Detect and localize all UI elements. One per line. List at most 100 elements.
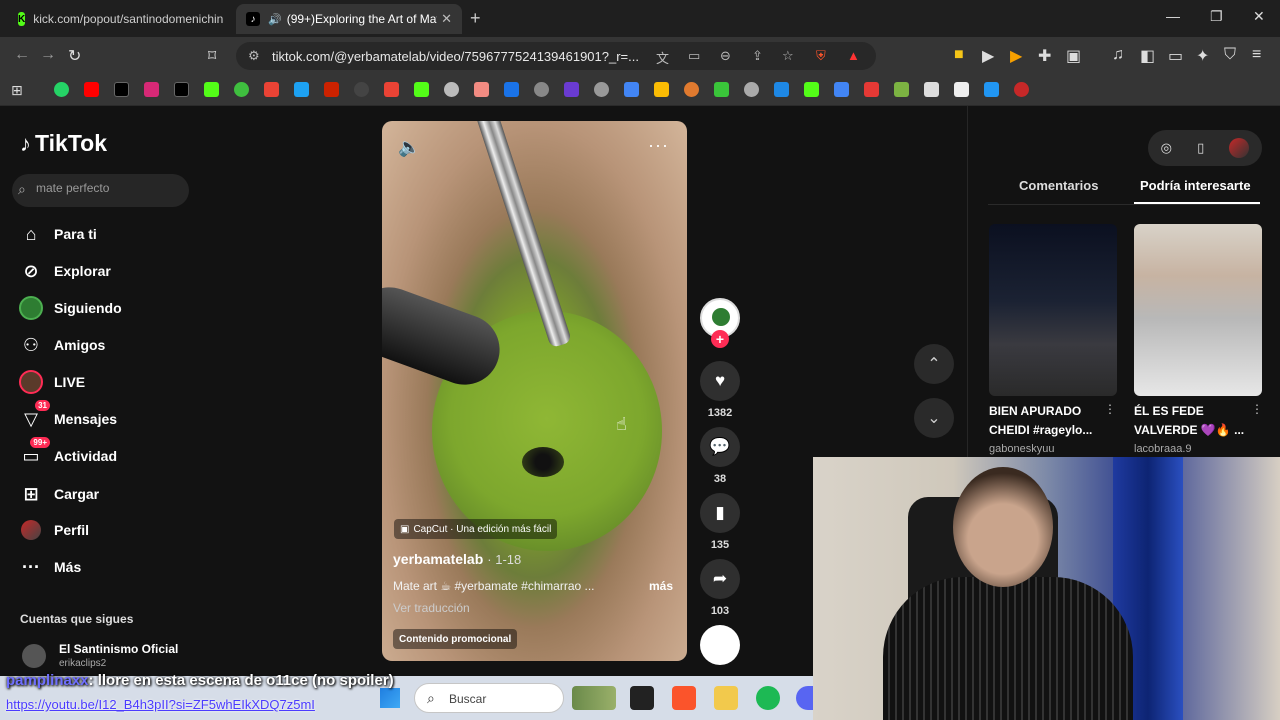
leo-icon[interactable]: ✦ [1196, 46, 1209, 66]
translate-icon[interactable]: 文 [656, 48, 669, 67]
bookmark-icon-24[interactable] [744, 82, 759, 97]
nav-mas[interactable]: ··· Más [16, 552, 81, 582]
bookmark-icon-23[interactable] [714, 82, 729, 97]
address-bar[interactable]: ⚙ tiktok.com/@yerbamatelab/video/7596777… [236, 42, 876, 70]
nav-live[interactable]: LIVE [16, 367, 85, 397]
instagram-icon[interactable] [144, 82, 159, 97]
save-action[interactable]: ▮ 135 [700, 493, 740, 551]
rewards-icon[interactable]: ▲ [847, 48, 860, 63]
download-icon[interactable] [864, 82, 879, 97]
music-disc-icon[interactable] [700, 625, 740, 665]
nav-actividad[interactable]: ▭ 99+ Actividad [16, 437, 117, 471]
task-view-icon[interactable] [630, 686, 654, 710]
tab-podria-interesarte[interactable]: Podría interesarte [1140, 178, 1251, 193]
comment-action[interactable]: 💬 38 [700, 427, 740, 485]
extensions-icon[interactable]: ✚ [1038, 46, 1051, 66]
zoom-icon[interactable]: ⊖ [720, 48, 731, 64]
back-icon[interactable]: ← [14, 46, 30, 64]
github-icon[interactable] [354, 82, 369, 97]
chart-bookmark-icon[interactable] [324, 82, 339, 97]
close-icon[interactable]: ✕ [441, 11, 452, 27]
bookmark-icon-18[interactable] [564, 82, 579, 97]
new-tab-button[interactable]: + [470, 8, 481, 29]
user-avatar[interactable] [1229, 138, 1250, 158]
more-link[interactable]: más [649, 579, 673, 593]
tab-tiktok[interactable]: ♪ 🔊 (99+)Exploring the Art of Mat ✕ [236, 4, 462, 34]
play-icon[interactable]: ▶ [982, 46, 994, 66]
reload-icon[interactable]: ↻ [68, 46, 81, 66]
window-close-icon[interactable]: ✕ [1253, 8, 1265, 25]
docs-icon[interactable] [624, 82, 639, 97]
bookmark-icon-22[interactable] [684, 82, 699, 97]
comment-icon[interactable]: 💬 [700, 427, 740, 467]
like-action[interactable]: ♥ 1382 [700, 361, 740, 419]
bookmark-save-icon[interactable]: ▮ [700, 493, 740, 533]
docs-icon-2[interactable] [834, 82, 849, 97]
video-thumbnail[interactable] [989, 224, 1117, 396]
chat-link[interactable]: https://youtu.be/I12_B4h3pII?si=ZF5whEIk… [6, 697, 315, 712]
tiktok-logo[interactable]: ♪ TikTok [20, 130, 107, 157]
bookmark-icon-19[interactable] [594, 82, 609, 97]
taskbar-search[interactable]: ⌕ Buscar [414, 683, 564, 713]
gmail-icon-2[interactable] [384, 82, 399, 97]
nav-amigos[interactable]: ⚇ Amigos [16, 330, 105, 360]
kick-bookmark-icon-2[interactable] [414, 82, 429, 97]
follow-plus-button[interactable]: + [711, 330, 729, 348]
spotify-icon[interactable] [756, 686, 780, 710]
thumbnail-title[interactable]: ÉL ES FEDE VALVERDE 💜🔥 ... [1134, 402, 1252, 440]
file-icon[interactable] [924, 82, 939, 97]
compass-small-icon[interactable]: ◎ [1161, 140, 1172, 156]
download-green-icon[interactable] [894, 82, 909, 97]
bookmark-icon-16[interactable] [504, 82, 519, 97]
bookmark-icon-32[interactable] [954, 82, 969, 97]
brave-shield-icon[interactable]: ⛨ [816, 48, 826, 64]
following-account-name[interactable]: El Santinismo Oficial [59, 642, 178, 656]
nav-siguiendo[interactable]: Siguiendo [16, 293, 122, 323]
kick-bookmark-icon-3[interactable] [804, 82, 819, 97]
thumbnail-title[interactable]: BIEN APURADO CHEIDI #rageylo... [989, 402, 1107, 440]
youtube-icon[interactable] [84, 82, 99, 97]
sidebar-icon[interactable]: ◧ [1140, 46, 1155, 66]
apps-icon[interactable]: ⊞ [11, 82, 26, 98]
gmail-icon[interactable] [264, 82, 279, 97]
screen-icon[interactable]: ▭ [688, 48, 700, 64]
maximize-icon[interactable]: ❐ [1210, 8, 1223, 25]
bookmark-icon-33[interactable] [984, 82, 999, 97]
heart-icon[interactable]: ♥ [700, 361, 740, 401]
nav-para-ti[interactable]: ⌂ Para ti [16, 219, 97, 249]
share-arrow-icon[interactable]: ➦ [700, 559, 740, 599]
phone-icon[interactable]: ▯ [1197, 140, 1204, 156]
more-options-icon[interactable]: ··· [648, 135, 669, 156]
share-action[interactable]: ➦ 103 [700, 559, 740, 617]
whatsapp-icon[interactable] [54, 82, 69, 97]
translate-link[interactable]: Ver traducción [393, 601, 470, 615]
landscape-widget-icon[interactable] [572, 686, 616, 710]
video-thumbnail[interactable] [1134, 224, 1262, 396]
nav-mensajes[interactable]: ▽ 31 Mensajes [16, 400, 117, 434]
capcut-badge[interactable]: ▣ CapCut · Una edición más fácil [394, 519, 558, 539]
thumbnail-author[interactable]: lacobraaa.9 [1134, 443, 1192, 455]
nav-perfil[interactable]: Perfil [16, 515, 89, 545]
search-input[interactable] [36, 181, 184, 195]
bookmark-icon-14[interactable] [444, 82, 459, 97]
windows-start-icon[interactable] [380, 688, 400, 708]
video-player[interactable]: 🔈 ··· ▣ CapCut · Una edición más fácil y… [382, 121, 687, 661]
bookmark-icon-15[interactable] [474, 82, 489, 97]
share-icon[interactable]: ⇪ [752, 48, 763, 64]
discord-icon[interactable] [796, 686, 813, 710]
bookmark-icon[interactable]: ⌑ [208, 46, 216, 66]
thumbnail-author[interactable]: gaboneskyuu [989, 443, 1054, 455]
tiktok-bookmark-icon[interactable] [114, 82, 129, 97]
music-icon[interactable]: ♫ [1112, 46, 1124, 64]
tab-kick[interactable]: K kick.com/popout/santinodomenichin [8, 4, 230, 34]
paypal-icon[interactable] [774, 82, 789, 97]
wallet-outline-icon[interactable]: ▭ [1168, 46, 1183, 66]
bookmark-icon-7[interactable] [234, 82, 249, 97]
star-icon[interactable]: ☆ [782, 48, 794, 64]
wallet-icon[interactable]: ■ [954, 46, 964, 64]
site-info-icon[interactable]: ⚙ [248, 48, 260, 64]
file-explorer-icon[interactable] [714, 686, 738, 710]
kick-bookmark-icon[interactable] [204, 82, 219, 97]
drive-icon[interactable] [654, 82, 669, 97]
volume-icon[interactable]: 🔈 [398, 137, 420, 158]
